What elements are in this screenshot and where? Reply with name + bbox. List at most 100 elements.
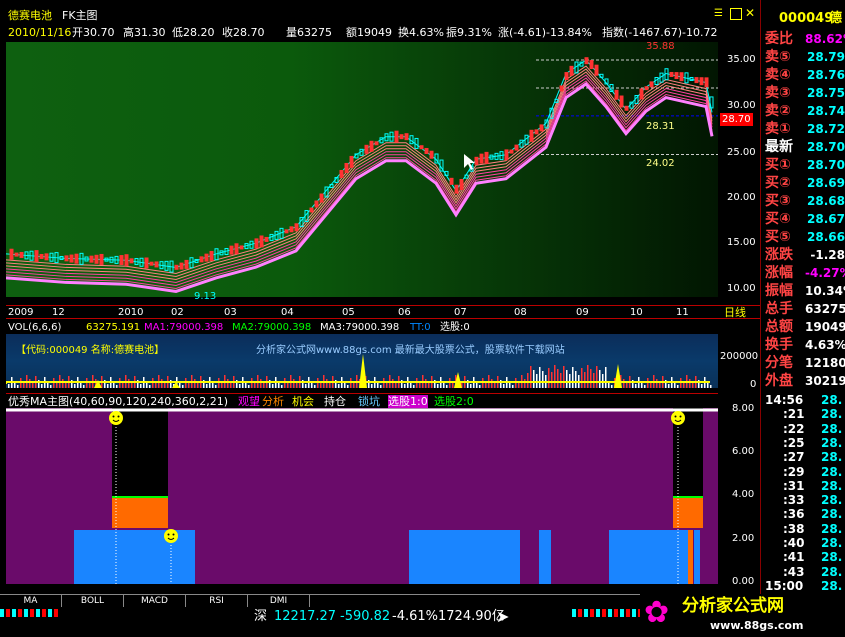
- candle: [614, 89, 619, 100]
- candle: [349, 155, 354, 168]
- candle: [484, 151, 489, 164]
- lock-zone: [539, 530, 551, 584]
- volume-chart[interactable]: 【代码:000049 名称:德赛电池】 分析家公式网www.88gs.com 最…: [5, 334, 718, 388]
- candle: [359, 148, 364, 156]
- status-bar: 深 12217.27 -590.82 -4.61% 1724.90亿 ➤: [0, 607, 640, 637]
- candle: [284, 229, 289, 234]
- tick-price: 28.: [821, 450, 843, 465]
- candle: [624, 105, 629, 111]
- ind-watch: 观望: [238, 395, 260, 408]
- indicator-chart[interactable]: [6, 408, 718, 584]
- candle: [199, 256, 204, 263]
- volume-bar: [17, 385, 19, 388]
- candle: [69, 254, 74, 263]
- volume-bar: [116, 385, 118, 388]
- volume-bar: [197, 383, 199, 388]
- volume-bar: [572, 367, 574, 388]
- volume-ma-line: [5, 381, 710, 384]
- volume-bar: [62, 379, 64, 388]
- vol-ma3: MA3:79000.398: [320, 322, 400, 333]
- close-icon[interactable]: ✕: [745, 7, 757, 19]
- volume-bar: [272, 384, 274, 388]
- candle: [94, 254, 99, 264]
- y-tick: 10.00: [727, 283, 756, 294]
- indicator-y-tick: 4.00: [732, 489, 755, 500]
- stock-name[interactable]: 德赛电池: [8, 9, 52, 22]
- candle: [364, 144, 369, 154]
- stat-4-label: 总额: [765, 319, 793, 335]
- sell-5-value: 28.79: [807, 50, 845, 64]
- vol-tt: TT:0: [410, 322, 431, 333]
- buy-1-value: 28.70: [807, 158, 845, 172]
- volume-bar: [524, 379, 526, 388]
- candle: [524, 134, 529, 145]
- smiley-eye: [112, 415, 115, 418]
- volume-bar: [587, 365, 589, 388]
- quote-volume: 量63275: [286, 26, 332, 39]
- candle: [374, 141, 379, 146]
- stat-1-value: -4.27%: [805, 266, 845, 280]
- vol-title: VOL(6,6,6): [8, 322, 62, 333]
- candle: [474, 156, 479, 165]
- volume-bar: [128, 379, 130, 388]
- price-chart[interactable]: 35.88 28.31 24.02 9.13: [6, 41, 718, 302]
- status-amount: 1724.90亿: [438, 609, 505, 624]
- quote-low: 低28.20: [172, 26, 215, 39]
- quote-high: 高31.30: [123, 26, 166, 39]
- vol-value: 63275.191: [86, 322, 141, 333]
- sell-3-value: 28.75: [807, 86, 845, 100]
- logo-url: www.88gs.com: [710, 619, 804, 632]
- smiley-icon: [164, 529, 178, 543]
- candle: [534, 129, 539, 135]
- tick-time: :33: [783, 493, 805, 508]
- candle: [589, 60, 594, 70]
- candle: [454, 184, 459, 194]
- stat-7-value: 30219: [805, 374, 845, 388]
- candle: [379, 137, 384, 144]
- tick-time: :41: [783, 550, 805, 565]
- tick-time: :38: [783, 521, 805, 536]
- y-tick: 15.00: [727, 237, 756, 248]
- quote-turnover: 换4.63%: [398, 26, 444, 39]
- volume-bar: [596, 366, 598, 388]
- volume-bar: [677, 385, 679, 388]
- volume-bar: [659, 383, 661, 388]
- candle: [344, 162, 349, 173]
- volume-bar: [395, 383, 397, 388]
- candle: [154, 261, 159, 268]
- quote-amount: 额19049: [346, 26, 392, 39]
- list-icon[interactable]: ☰: [714, 8, 726, 20]
- month-tick: 2009: [8, 307, 34, 318]
- sell-5-label: 卖⑤: [765, 49, 791, 65]
- vol-y-top: 200000: [720, 351, 759, 362]
- candle: [564, 72, 569, 81]
- chart-mode[interactable]: FK主图: [62, 9, 98, 22]
- period-label[interactable]: 日线: [724, 306, 746, 319]
- tick-price: 28.: [821, 407, 843, 422]
- candle: [339, 169, 344, 178]
- candle: [174, 264, 179, 270]
- volume-bar: [554, 365, 556, 388]
- vol-y-bottom: 0: [750, 379, 757, 390]
- candle: [329, 183, 334, 188]
- tick-price: 28.: [821, 564, 843, 579]
- grid-icon[interactable]: [730, 8, 742, 20]
- month-tick: 10: [630, 307, 643, 318]
- analysis-zone: [112, 498, 168, 528]
- month-tick: 06: [398, 307, 411, 318]
- volume-bar: [194, 379, 196, 388]
- stat-6-value: 12180: [805, 356, 845, 370]
- tick-time: :29: [783, 464, 805, 479]
- tick-price: 28.: [821, 536, 843, 550]
- candle: [404, 133, 409, 141]
- volume-bar: [566, 370, 568, 388]
- volume-svg: [5, 354, 712, 388]
- tick-time: :36: [783, 507, 805, 522]
- ind-pick2: 选股2:0: [434, 395, 474, 408]
- sell-4-label: 卖④: [765, 67, 791, 83]
- volume-bar: [437, 384, 439, 388]
- volume-bar: [599, 370, 601, 388]
- site-logo: ✿ 分析家公式网 www.88gs.com: [640, 594, 845, 637]
- volume-bar: [314, 385, 316, 388]
- month-tick: 12: [52, 307, 65, 318]
